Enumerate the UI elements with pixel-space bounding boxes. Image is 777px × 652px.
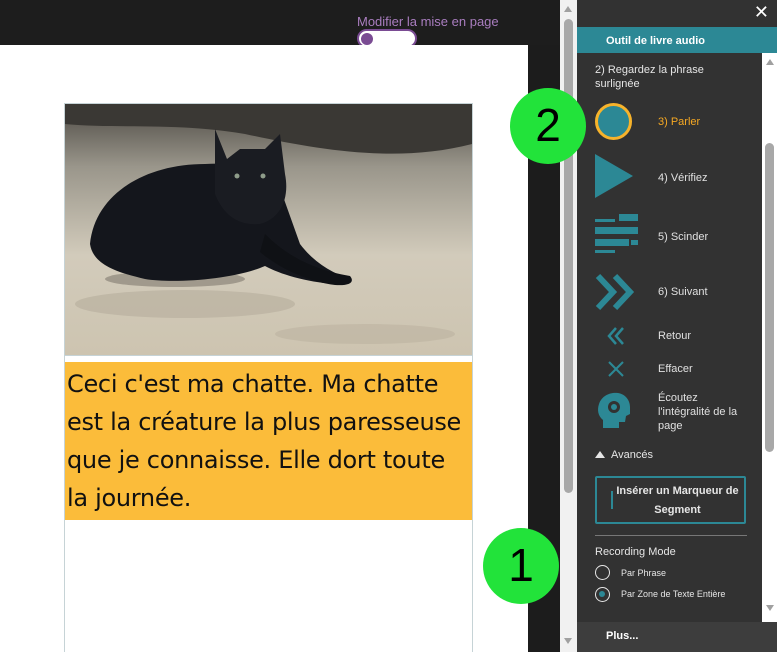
next-label: 6) Suivant [658, 286, 708, 298]
verify-button[interactable]: 4) Vérifiez [577, 154, 763, 200]
clear-label: Effacer [658, 363, 693, 375]
head-speaker-icon [597, 392, 631, 437]
cat-image [65, 104, 472, 355]
cat-photo[interactable] [65, 104, 472, 356]
advanced-label: Avancés [611, 449, 653, 461]
toggle-knob [361, 33, 373, 45]
triangle-up-icon [595, 451, 605, 458]
back-button[interactable]: Retour [577, 326, 763, 348]
speak-label: 3) Parler [658, 116, 701, 128]
verify-label: 4) Vérifiez [658, 172, 708, 184]
divider [595, 535, 747, 536]
panel-body: 2) Regardez la phrase surlignée 3) Parle… [577, 53, 777, 622]
double-chevron-right-icon [595, 272, 635, 317]
editor-topbar: Modifier la mise en page [0, 0, 560, 48]
scroll-up-arrow-icon[interactable] [766, 59, 774, 65]
instruction-text: 2) Regardez la phrase surlignée [595, 64, 704, 90]
split-bars-icon [595, 213, 641, 260]
circle-record-icon [595, 103, 632, 140]
next-button[interactable]: 6) Suivant [577, 272, 763, 312]
listen-all-label: Écoutez l'intégralité de la page [658, 392, 738, 432]
callout-two: 2 [510, 88, 586, 164]
radio-par-zone[interactable] [595, 587, 610, 602]
scroll-down-arrow-icon[interactable] [766, 605, 774, 611]
x-icon [607, 360, 625, 383]
listen-all-button[interactable]: Écoutez l'intégralité de la page [577, 391, 763, 435]
scroll-thumb[interactable] [564, 19, 573, 493]
advanced-toggle[interactable]: Avancés [595, 449, 653, 461]
split-label: 5) Scinder [658, 231, 709, 243]
panel-scrollbar[interactable] [762, 53, 777, 622]
audio-book-panel: ✕ Outil de livre audio 2) Regardez la ph… [577, 0, 777, 652]
more-button[interactable]: Plus... [577, 622, 777, 652]
scroll-up-arrow-icon[interactable] [564, 6, 572, 12]
book-editor: Modifier la mise en page Ceci c'est ma c… [0, 0, 560, 652]
insert-marker-label: Insérer un Marqueur de Segment [616, 485, 739, 516]
split-button[interactable]: 5) Scinder [577, 213, 763, 255]
back-label: Retour [658, 330, 692, 342]
callout-one: 1 [483, 528, 559, 604]
layout-toggle-label: Modifier la mise en page [357, 14, 499, 29]
play-triangle-icon [595, 154, 633, 198]
radio-label-par-zone: Par Zone de Texte Entière [621, 589, 726, 599]
panel-title: Outil de livre audio [577, 27, 777, 53]
book-page: Ceci c'est ma chatte. Ma chatte est la c… [0, 45, 528, 652]
double-chevron-left-icon [607, 326, 625, 351]
close-icon[interactable]: ✕ [754, 3, 769, 21]
insert-segment-marker-button[interactable]: Insérer un Marqueur de Segment [595, 476, 746, 524]
radio-label-par-phrase: Par Phrase [621, 568, 667, 578]
marker-bar-icon [611, 491, 613, 509]
scroll-down-arrow-icon[interactable] [564, 638, 572, 644]
speak-button[interactable]: 3) Parler [577, 103, 763, 143]
recording-mode-title: Recording Mode [595, 546, 676, 558]
radio-par-phrase[interactable] [595, 565, 610, 580]
page-layout-box: Ceci c'est ma chatte. Ma chatte est la c… [64, 103, 473, 652]
clear-button[interactable]: Effacer [577, 360, 763, 382]
scroll-thumb[interactable] [765, 143, 774, 452]
highlighted-text-block[interactable]: Ceci c'est ma chatte. Ma chatte est la c… [65, 362, 472, 520]
